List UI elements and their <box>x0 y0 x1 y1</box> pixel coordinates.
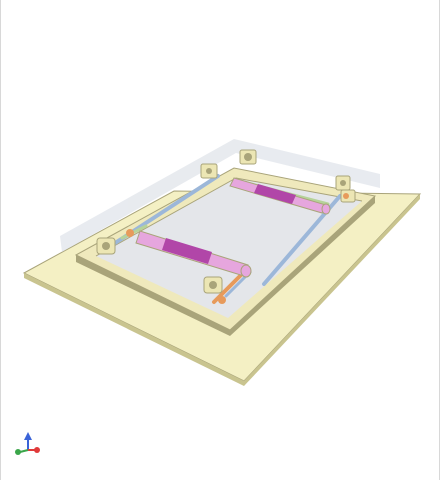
pivot-back-left <box>206 168 212 174</box>
triad-y-axis-icon <box>19 449 29 453</box>
roller-front-end <box>240 264 252 278</box>
3d-viewport[interactable] <box>0 0 440 480</box>
pivot-front-orange <box>218 296 226 304</box>
roller-back-end <box>321 203 331 215</box>
pivot-front <box>209 281 217 289</box>
pivot-left-orange <box>126 229 134 237</box>
pivot-right-lower <box>343 193 349 199</box>
assembly-model[interactable] <box>0 0 440 480</box>
triad-x-tip <box>34 447 40 453</box>
pivot-back-right <box>340 180 346 186</box>
view-triad[interactable] <box>15 432 40 455</box>
triad-y-tip <box>15 449 21 455</box>
pivot-left <box>102 242 110 250</box>
triad-z-arrowhead <box>24 432 32 440</box>
pivot-back-center <box>244 153 252 161</box>
